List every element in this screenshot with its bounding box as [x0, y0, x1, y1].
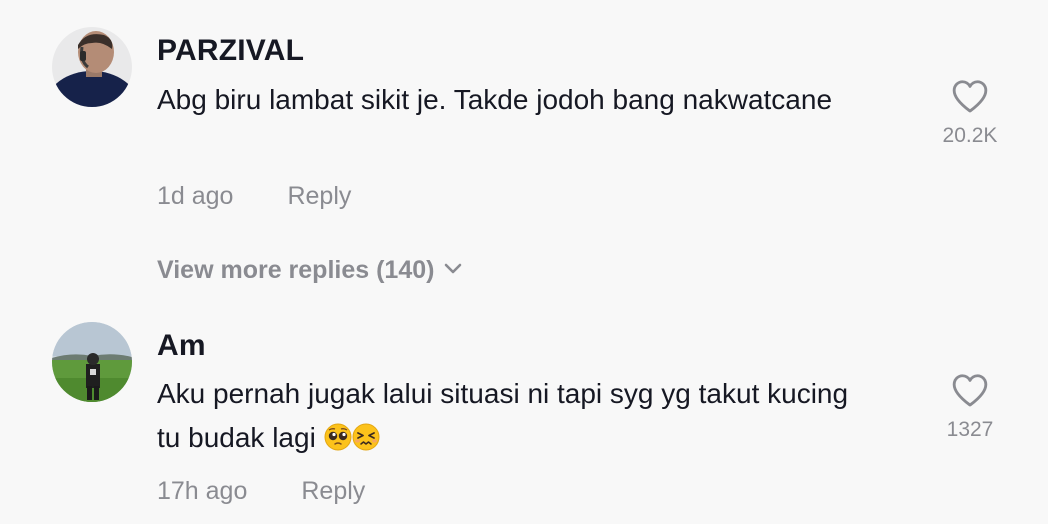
like-control: 1327 — [910, 372, 1030, 442]
reply-button[interactable]: Reply — [301, 477, 365, 506]
comment-timestamp: 17h ago — [157, 477, 248, 505]
like-control: 20.2K — [910, 78, 1030, 148]
comment-username[interactable]: Am — [157, 329, 206, 363]
like-count: 20.2K — [942, 124, 998, 147]
heart-outline-icon[interactable] — [951, 372, 989, 408]
avatar-photo — [52, 322, 132, 402]
comment-timestamp: 1d ago — [157, 182, 234, 210]
chevron-down-icon — [445, 264, 462, 274]
pleading-face-emoji — [324, 423, 352, 451]
avatar[interactable] — [52, 322, 132, 402]
reply-button[interactable]: Reply — [287, 182, 351, 211]
comment-username[interactable]: PARZIVAL — [157, 34, 304, 68]
view-more-replies-label: View more replies (140) — [157, 256, 435, 284]
comment-text: Aku pernah jugak lalui situasi ni tapi s… — [157, 372, 877, 460]
heart-outline-icon[interactable] — [951, 78, 989, 114]
avatar[interactable] — [52, 27, 132, 107]
comment-meta: 17h ago Reply — [157, 477, 365, 506]
comment-text: Abg biru lambat sikit je. Takde jodoh ba… — [157, 84, 833, 115]
comment-text-content: Aku pernah jugak lalui situasi ni tapi s… — [157, 378, 849, 453]
avatar-photo — [52, 27, 132, 107]
comment-meta: 1d ago Reply — [157, 182, 351, 211]
persevering-face-emoji — [352, 423, 380, 451]
like-count: 1327 — [946, 418, 994, 441]
view-more-replies-button[interactable]: View more replies (140) — [157, 256, 462, 285]
